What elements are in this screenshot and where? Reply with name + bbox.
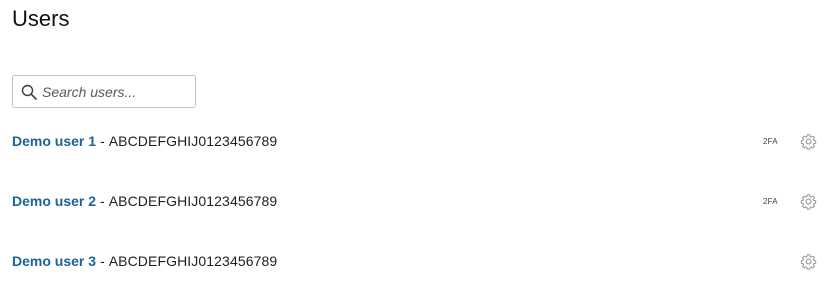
list-item: Demo user 1 - ABCDEFGHIJ0123456789 2FA [12, 129, 817, 153]
separator: - [100, 193, 105, 209]
separator: - [100, 253, 105, 269]
user-name-link[interactable]: Demo user 3 [12, 253, 96, 269]
separator: - [100, 133, 105, 149]
twofa-badge: 2FA [763, 136, 778, 146]
list-item: Demo user 2 - ABCDEFGHIJ0123456789 2FA [12, 189, 817, 213]
search-icon [20, 83, 38, 101]
gear-icon[interactable] [799, 252, 817, 270]
user-id: ABCDEFGHIJ0123456789 [108, 253, 278, 269]
search-input[interactable] [42, 83, 192, 100]
search-box[interactable] [12, 75, 196, 108]
page-title: Users [12, 6, 70, 31]
user-id: ABCDEFGHIJ0123456789 [108, 133, 278, 149]
user-name-link[interactable]: Demo user 1 [12, 133, 96, 149]
twofa-badge: 2FA [763, 196, 778, 206]
list-item: Demo user 3 - ABCDEFGHIJ0123456789 [12, 249, 817, 273]
user-id: ABCDEFGHIJ0123456789 [108, 193, 278, 209]
gear-icon[interactable] [799, 132, 817, 150]
user-name-link[interactable]: Demo user 2 [12, 193, 96, 209]
gear-icon[interactable] [799, 192, 817, 210]
